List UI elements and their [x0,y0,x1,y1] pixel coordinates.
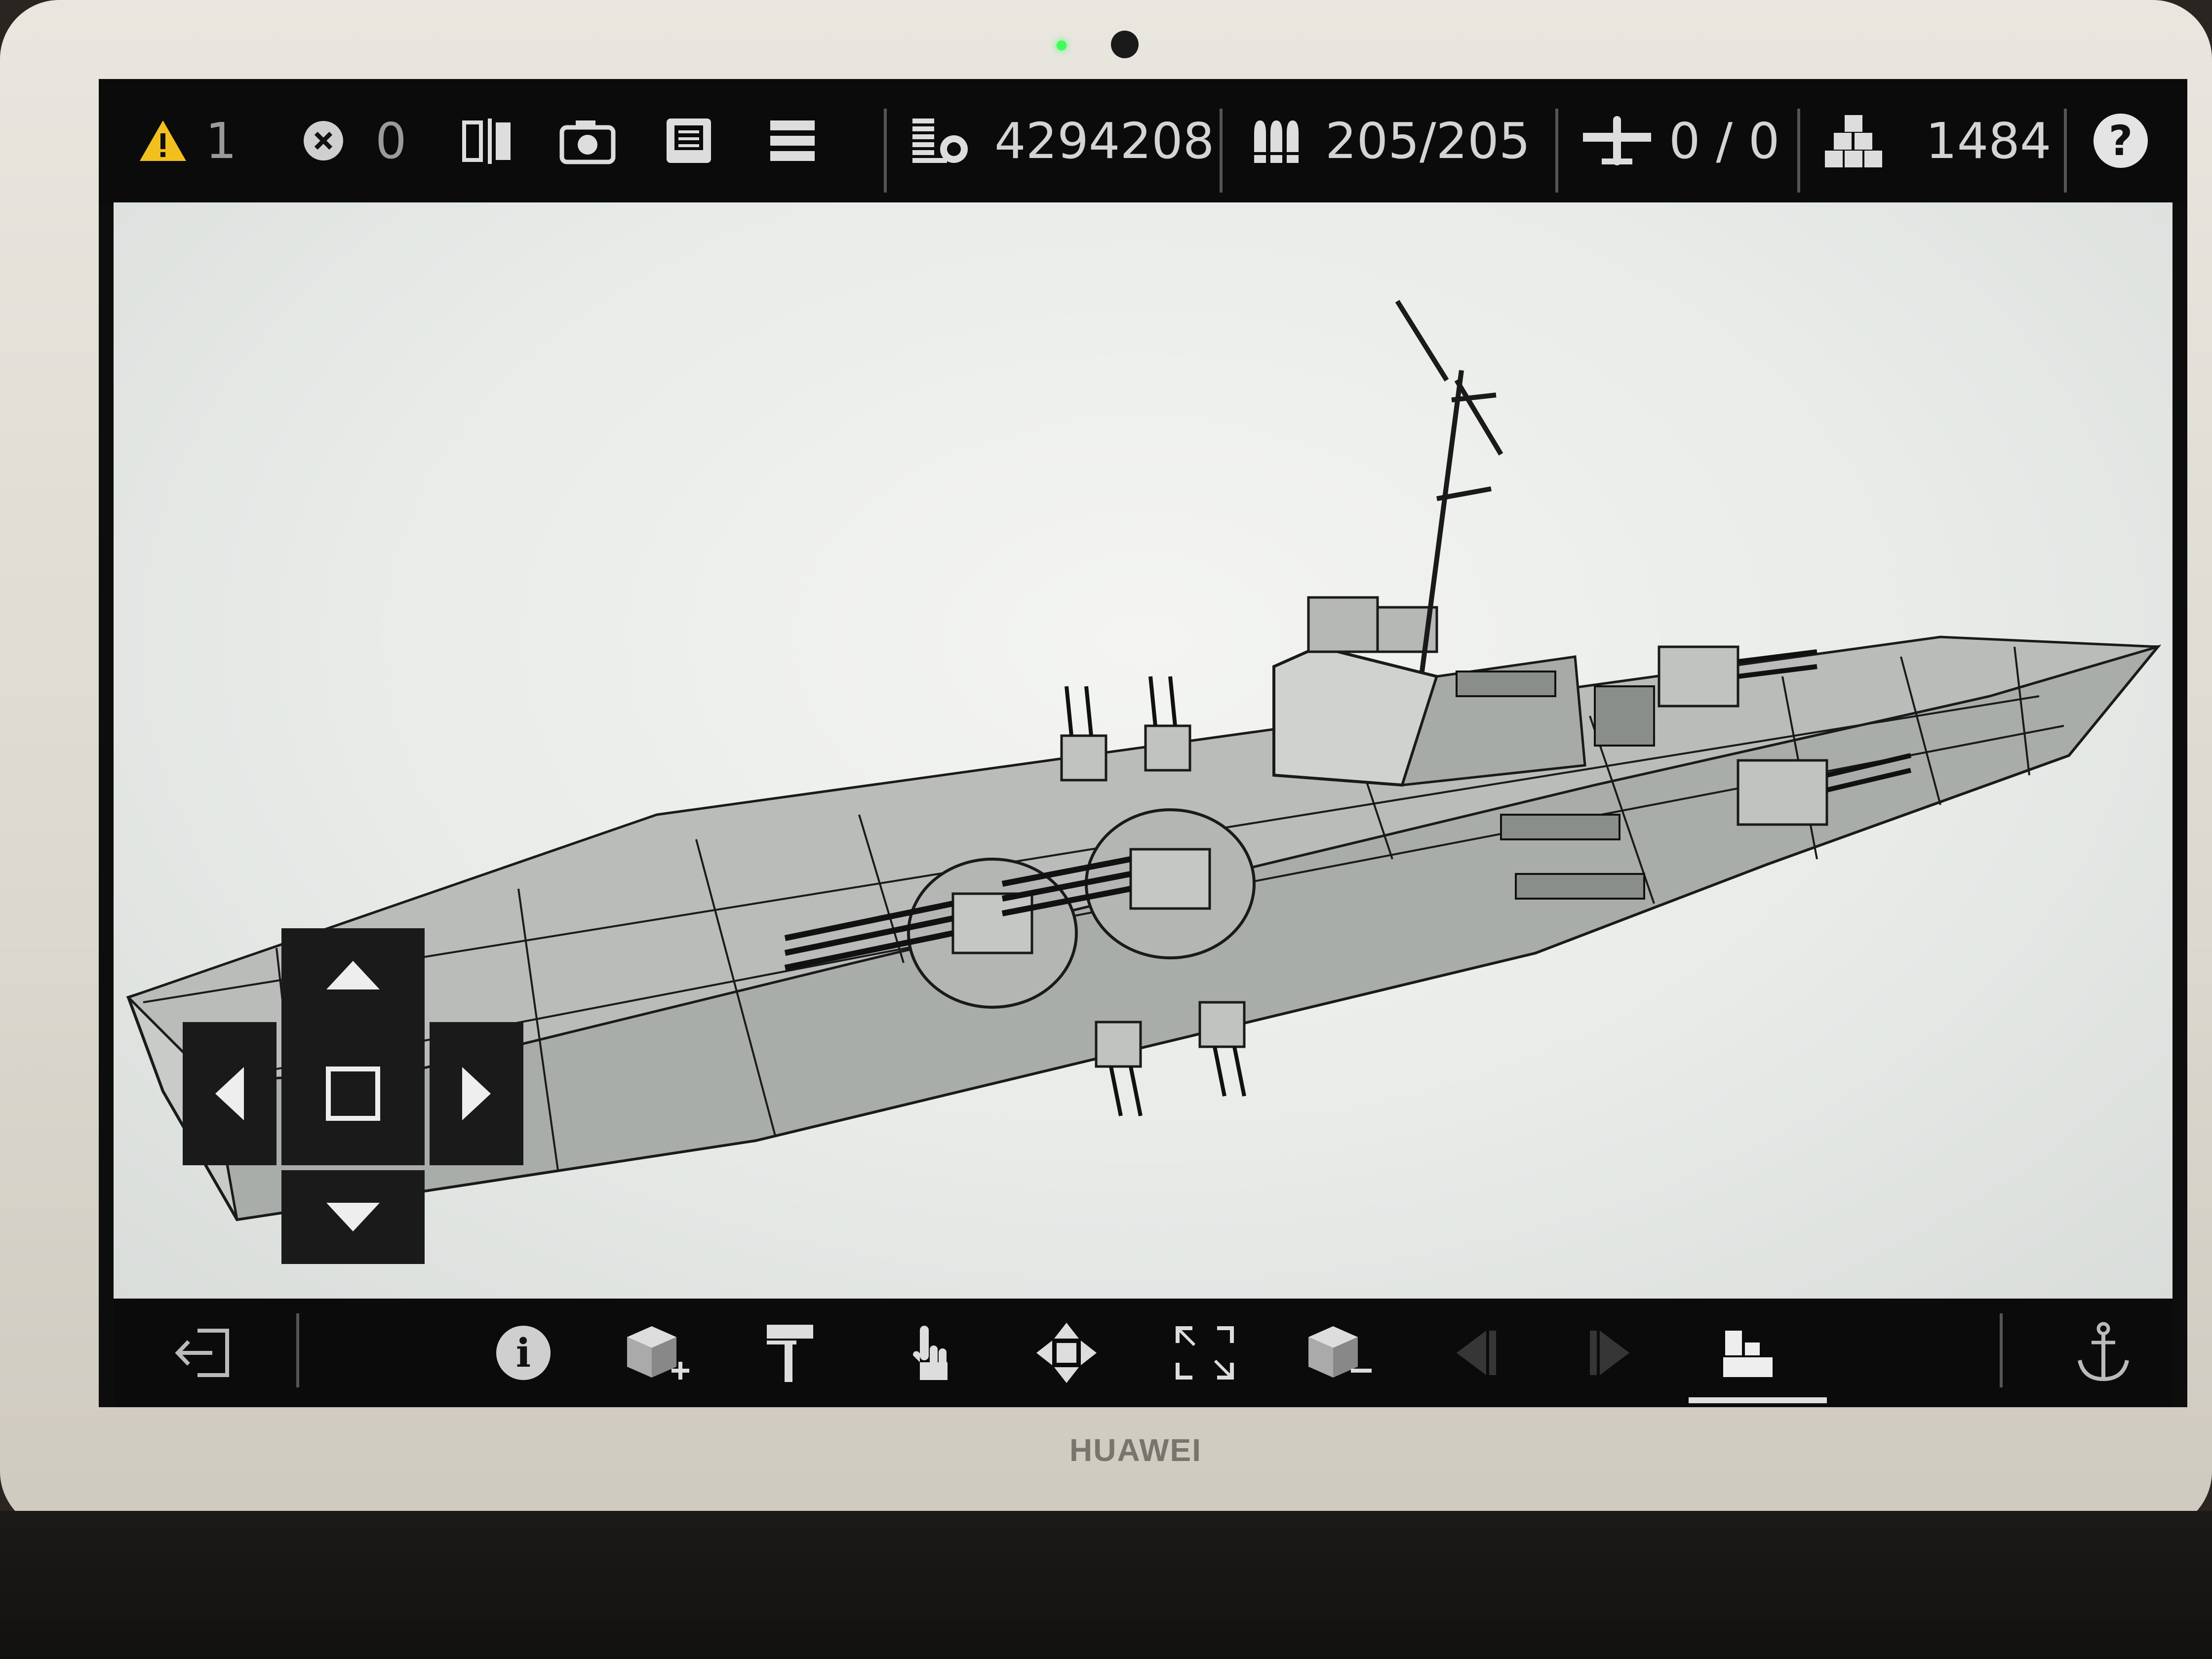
remove-block-button[interactable] [1284,1299,1392,1407]
paint-button[interactable] [736,1299,844,1407]
ammo-stat: 205/205 [1249,79,1530,202]
info-button[interactable]: i [469,1299,578,1407]
menu-icon [770,120,815,161]
mirror-button[interactable] [459,79,514,202]
move-button[interactable] [1012,1299,1121,1407]
blocks-stat: 1484 [1822,79,2052,202]
camera-up-button[interactable] [281,928,425,1022]
cost-value: 4294208 [994,112,1215,170]
errors-count: 0 [375,112,407,170]
select-button[interactable] [874,1299,983,1407]
save-button[interactable] [662,79,716,202]
status-led [1057,40,1066,50]
help-button[interactable]: ? [2094,79,2148,202]
aircraft-icon [1583,116,1651,165]
camera-button[interactable] [558,79,617,202]
resize-icon [1176,1326,1234,1380]
exit-button[interactable] [148,1299,257,1407]
paint-roller-icon [767,1325,813,1382]
app-screen: 1 0 4294208 205/205 0 / 0 1484 ? i [99,79,2187,1407]
save-icon [667,118,711,163]
toolbar-separator [1797,109,1800,193]
undo-icon [1457,1331,1496,1375]
aircraft-value: 0 / 0 [1669,112,1780,170]
redo-button[interactable] [1555,1299,1664,1407]
camera-right-button[interactable] [430,1022,523,1165]
anchor-button[interactable] [2049,1299,2158,1407]
bottom-toolbar: i [114,1299,2172,1407]
help-icon: ? [2094,114,2148,168]
brand-logo: HUAWEI [1069,1432,1202,1468]
camera-center-button[interactable] [281,1022,425,1165]
camera-down-button[interactable] [281,1170,425,1264]
warnings-indicator[interactable]: 1 [138,79,237,202]
remove-block-icon [1308,1326,1372,1378]
resize-button[interactable] [1150,1299,1259,1407]
build-mode-button[interactable] [1694,1299,1802,1407]
toolbar-separator [2000,1313,2003,1387]
toolbar-separator [2064,109,2067,193]
camera-left-button[interactable] [183,1022,276,1165]
toolbar-separator [1555,109,1558,193]
up-arrow-icon [326,961,380,989]
anchor-icon [2078,1322,2129,1382]
blocks-icon [1825,115,1882,167]
undo-button[interactable] [1422,1299,1531,1407]
info-icon: i [496,1326,551,1380]
warnings-count: 1 [205,112,237,170]
ammo-value: 205/205 [1325,112,1531,170]
front-camera [1111,31,1139,58]
active-tab-indicator [1689,1397,1827,1403]
left-arrow-icon [215,1067,244,1120]
top-toolbar: 1 0 4294208 205/205 0 / 0 1484 ? [99,79,2187,202]
add-block-button[interactable] [602,1299,711,1407]
center-square-icon [326,1066,380,1121]
blocks-value: 1484 [1926,112,2052,170]
down-arrow-icon [326,1203,380,1231]
toolbar-separator [296,1313,299,1387]
move-icon [1036,1323,1097,1383]
ammo-icon [1253,120,1300,163]
toolbar-separator [884,109,887,193]
aircraft-stat: 0 / 0 [1580,79,1780,202]
add-block-icon [627,1326,689,1380]
cost-icon [912,118,968,163]
hand-select-icon [913,1326,948,1380]
right-arrow-icon [462,1067,491,1120]
warning-icon [140,120,186,161]
editor-viewport[interactable] [114,202,2172,1299]
mirror-icon [462,118,511,164]
menu-button[interactable] [765,79,820,202]
toolbar-separator [1220,109,1223,193]
exit-icon [175,1329,229,1377]
build-mode-icon [1723,1331,1773,1377]
table-surface [0,1511,2212,1659]
redo-icon [1590,1331,1629,1375]
camera-icon [559,120,616,164]
error-icon [304,121,343,160]
errors-indicator[interactable]: 0 [301,79,407,202]
cost-stat: 4294208 [908,79,1214,202]
